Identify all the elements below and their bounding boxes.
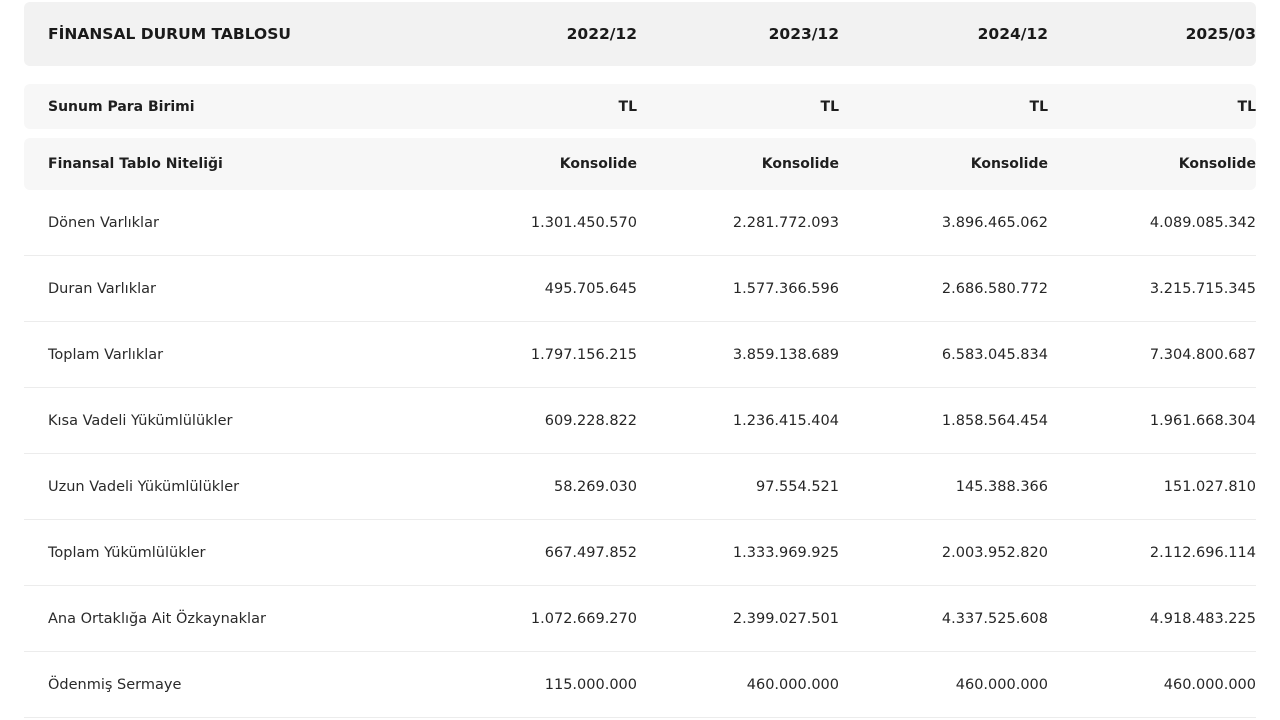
row-label: Uzun Vadeli Yükümlülükler: [48, 478, 240, 495]
row-value: 4.089.085.342: [1149, 214, 1256, 231]
row-value: 1.858.564.454: [941, 412, 1048, 429]
row-label: Kısa Vadeli Yükümlülükler: [48, 412, 233, 429]
table-row: Toplam Yükümlülükler 667.497.852 1.333.9…: [24, 520, 1256, 586]
row-value: 3.896.465.062: [941, 214, 1048, 231]
row-value: 460.000.000: [955, 676, 1048, 693]
row-value: 2.686.580.772: [941, 280, 1048, 297]
row-value: 1.797.156.215: [530, 346, 637, 363]
row-value: 609.228.822: [544, 412, 637, 429]
row-value: 667.497.852: [544, 544, 637, 561]
statement-type-row: Finansal Tablo Niteliği Konsolide Konsol…: [24, 138, 1256, 190]
row-value: Konsolide: [970, 156, 1048, 172]
row-value: 1.577.366.596: [732, 280, 839, 297]
row-label: Sunum Para Birimi: [48, 98, 195, 115]
row-value: 97.554.521: [755, 478, 839, 495]
table-row: Ödenmiş Sermaye 115.000.000 460.000.000 …: [24, 652, 1256, 718]
row-value: 1.333.969.925: [732, 544, 839, 561]
row-label: Toplam Varlıklar: [48, 346, 164, 363]
row-value: TL: [1237, 98, 1256, 115]
row-label: Finansal Tablo Niteliği: [48, 156, 223, 172]
row-value: 2.003.952.820: [941, 544, 1048, 561]
row-value: 6.583.045.834: [941, 346, 1048, 363]
row-value: 151.027.810: [1163, 478, 1256, 495]
financial-position-table: FİNANSAL DURUM TABLOSU 2022/12 2023/12 2…: [24, 2, 1256, 718]
row-value: Konsolide: [559, 156, 637, 172]
row-value: 2.399.027.501: [732, 610, 839, 627]
table-row: Kısa Vadeli Yükümlülükler 609.228.822 1.…: [24, 388, 1256, 454]
period-header[interactable]: 2024/12: [839, 25, 1048, 43]
row-value: 4.337.525.608: [941, 610, 1048, 627]
row-value: 460.000.000: [1163, 676, 1256, 693]
row-value: 1.236.415.404: [732, 412, 839, 429]
row-value: 58.269.030: [553, 478, 637, 495]
row-label: Dönen Varlıklar: [48, 214, 159, 231]
row-value: 145.388.366: [955, 478, 1048, 495]
period-header[interactable]: 2022/12: [398, 25, 637, 43]
row-label: Duran Varlıklar: [48, 280, 156, 297]
period-header[interactable]: 2023/12: [637, 25, 839, 43]
row-value: 460.000.000: [746, 676, 839, 693]
row-value: 1.301.450.570: [530, 214, 637, 231]
row-value: 115.000.000: [544, 676, 637, 693]
row-value: 1.961.668.304: [1149, 412, 1256, 429]
row-value: TL: [1029, 98, 1048, 115]
table-row: Dönen Varlıklar 1.301.450.570 2.281.772.…: [24, 190, 1256, 256]
row-value: 4.918.483.225: [1149, 610, 1256, 627]
row-value: 3.215.715.345: [1149, 280, 1256, 297]
row-value: 3.859.138.689: [732, 346, 839, 363]
row-value: 1.072.669.270: [530, 610, 637, 627]
row-value: TL: [820, 98, 839, 115]
row-value: 2.281.772.093: [732, 214, 839, 231]
row-label: Ana Ortaklığa Ait Özkaynaklar: [48, 610, 266, 627]
period-header[interactable]: 2025/03: [1048, 25, 1256, 43]
row-value: Konsolide: [761, 156, 839, 172]
row-value: Konsolide: [1178, 156, 1256, 172]
currency-row: Sunum Para Birimi TL TL TL TL: [24, 84, 1256, 129]
table-title: FİNANSAL DURUM TABLOSU: [48, 25, 291, 43]
row-label: Toplam Yükümlülükler: [48, 544, 206, 561]
table-row: Duran Varlıklar 495.705.645 1.577.366.59…: [24, 256, 1256, 322]
table-header: FİNANSAL DURUM TABLOSU 2022/12 2023/12 2…: [24, 2, 1256, 66]
row-value: TL: [618, 98, 637, 115]
table-row: Toplam Varlıklar 1.797.156.215 3.859.138…: [24, 322, 1256, 388]
table-row: Ana Ortaklığa Ait Özkaynaklar 1.072.669.…: [24, 586, 1256, 652]
table-row: Uzun Vadeli Yükümlülükler 58.269.030 97.…: [24, 454, 1256, 520]
row-value: 7.304.800.687: [1149, 346, 1256, 363]
row-value: 495.705.645: [544, 280, 637, 297]
row-value: 2.112.696.114: [1149, 544, 1256, 561]
row-label: Ödenmiş Sermaye: [48, 676, 182, 693]
